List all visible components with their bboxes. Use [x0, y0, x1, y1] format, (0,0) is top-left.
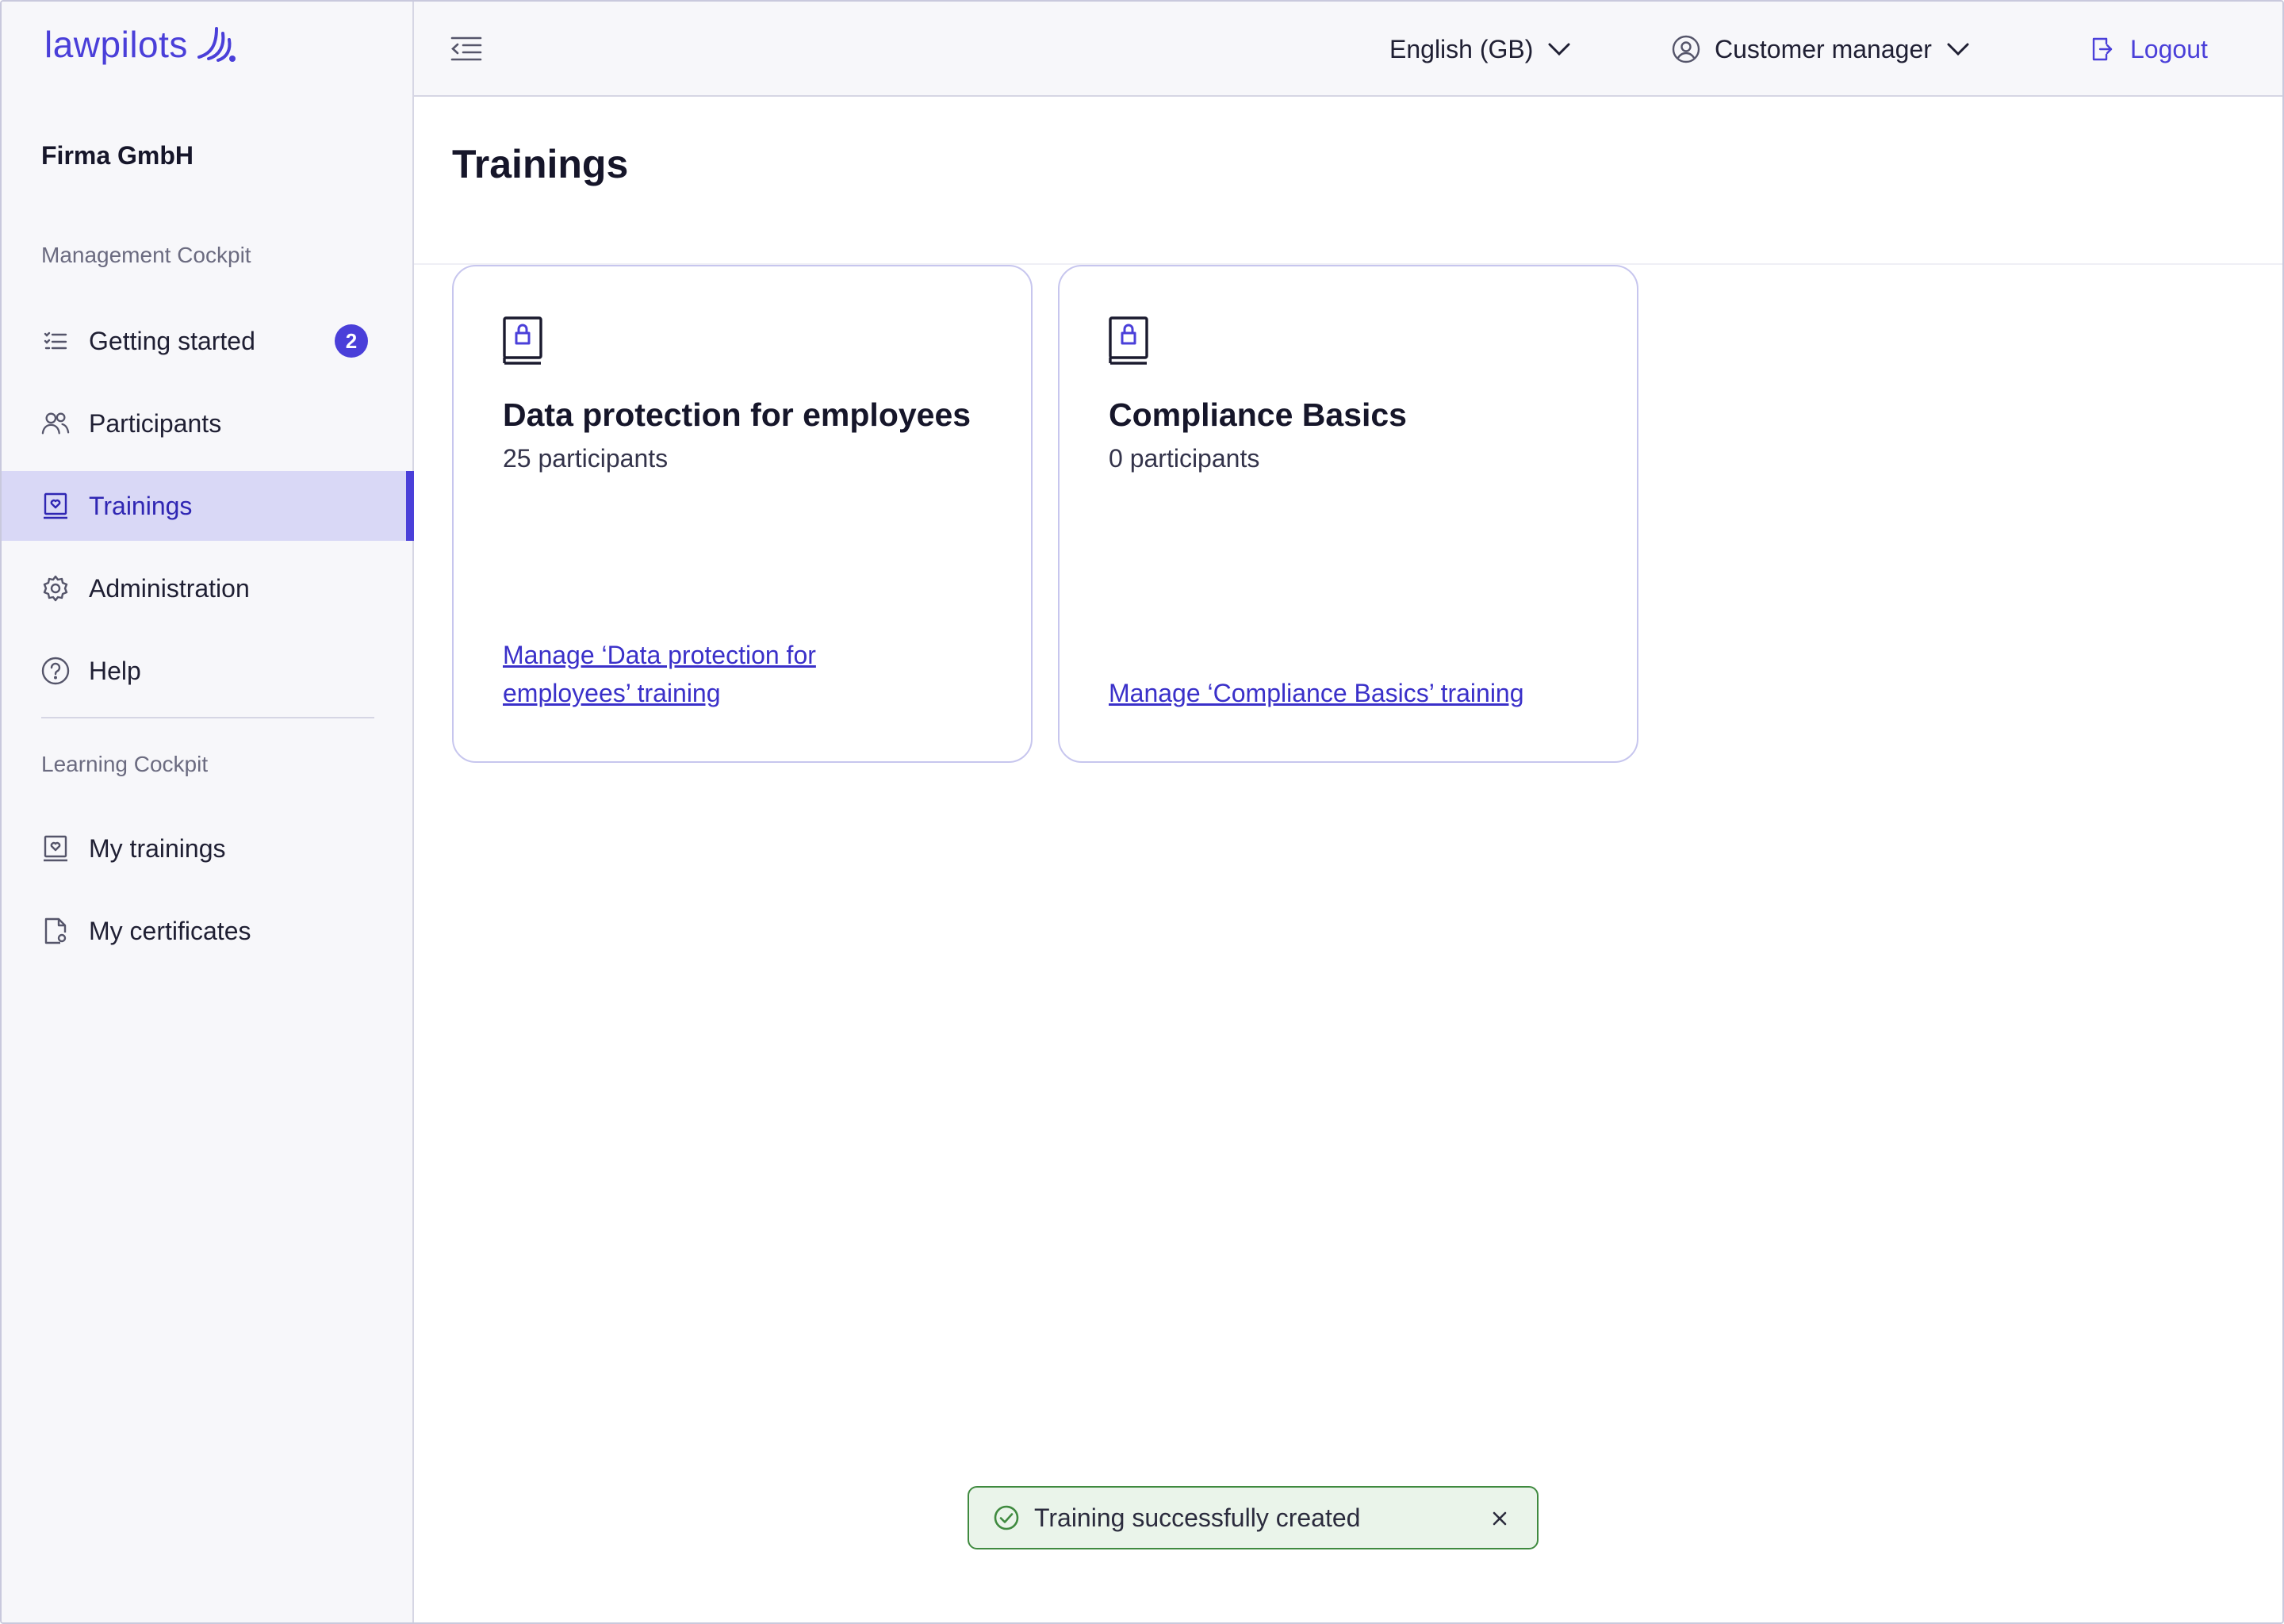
chevron-down-icon — [1947, 43, 1969, 56]
language-select[interactable]: English (GB) — [1389, 25, 1571, 73]
sidebar-item-label: Administration — [89, 573, 250, 603]
training-lock-icon — [1109, 316, 1148, 365]
sidebar-item-administration[interactable]: Administration — [2, 553, 414, 623]
collapse-sidebar-icon — [450, 36, 482, 61]
training-title: Data protection for employees — [503, 396, 971, 433]
training-lock-icon — [503, 316, 542, 365]
management-cockpit-label: Management Cockpit — [41, 243, 251, 267]
participant-count: 25 participants — [503, 444, 669, 473]
training-title: Compliance Basics — [1109, 396, 1407, 433]
link-line-1: Manage ‘Data protection for — [503, 641, 816, 669]
close-icon[interactable] — [1486, 1505, 1513, 1532]
sidebar-item-help[interactable]: Help — [2, 636, 414, 706]
user-role-value: Customer manager — [1715, 34, 1932, 63]
logout-button[interactable]: Logout — [2090, 25, 2208, 73]
sidebar-item-label: Participants — [89, 408, 222, 438]
success-toast: Training successfully created — [968, 1486, 1539, 1549]
training-card: Data protection for employees 25 partici… — [452, 265, 1033, 763]
logout-icon — [2092, 37, 2113, 61]
top-bar: English (GB) Customer manager Logout — [414, 2, 2282, 97]
collapse-sidebar-button[interactable] — [449, 32, 484, 67]
certificate-icon — [41, 917, 70, 945]
manage-training-link[interactable]: Manage ‘Data protection for employees’ tr… — [503, 636, 816, 712]
help-icon — [41, 657, 70, 685]
sidebar-item-participants[interactable]: Participants — [2, 389, 414, 458]
user-role-select[interactable]: Customer manager — [1672, 25, 1970, 73]
training-card: Compliance Basics 0 participants Manage … — [1058, 265, 1638, 763]
language-value: English (GB) — [1389, 34, 1534, 63]
sidebar-item-label: Getting started — [89, 326, 255, 355]
learning-cockpit-label: Learning Cockpit — [41, 752, 209, 776]
sidebar-item-trainings[interactable]: Trainings — [2, 471, 414, 541]
logo[interactable]: lawpilots — [44, 22, 237, 67]
logout-label: Logout — [2130, 34, 2208, 63]
sidebar-item-label: Help — [89, 656, 141, 685]
logo-mark-icon — [197, 27, 236, 62]
logo-text: lawpilots — [44, 24, 188, 65]
toast-message: Training successfully created — [1034, 1503, 1361, 1532]
sidebar-item-label: My certificates — [89, 916, 251, 945]
checklist-icon — [41, 327, 70, 355]
participant-count: 0 participants — [1109, 444, 1260, 473]
check-circle-icon — [994, 1505, 1019, 1530]
sidebar-item-getting-started[interactable]: Getting started 2 — [2, 306, 414, 376]
sidebar: lawpilots Firma GmbH Management Cockpit … — [2, 2, 414, 1622]
sidebar-divider — [41, 717, 374, 718]
app-window: lawpilots Firma GmbH Management Cockpit … — [0, 0, 2284, 1624]
sidebar-item-my-certificates[interactable]: My certificates — [2, 896, 414, 966]
gear-icon — [41, 574, 70, 603]
users-icon — [41, 409, 70, 438]
sidebar-item-my-trainings[interactable]: My trainings — [2, 814, 414, 883]
notification-badge: 2 — [335, 324, 368, 358]
org-name: Firma GmbH — [41, 141, 194, 170]
page-title: Trainings — [452, 142, 629, 186]
training-icon — [41, 834, 70, 863]
sidebar-item-label: Trainings — [89, 491, 193, 520]
chevron-down-icon — [1548, 43, 1570, 56]
link-line-2: employees’ training — [503, 679, 721, 707]
manage-training-link[interactable]: Manage ‘Compliance Basics’ training — [1109, 674, 1524, 712]
training-icon — [41, 492, 70, 520]
sidebar-item-label: My trainings — [89, 833, 226, 863]
user-circle-icon — [1672, 35, 1700, 63]
